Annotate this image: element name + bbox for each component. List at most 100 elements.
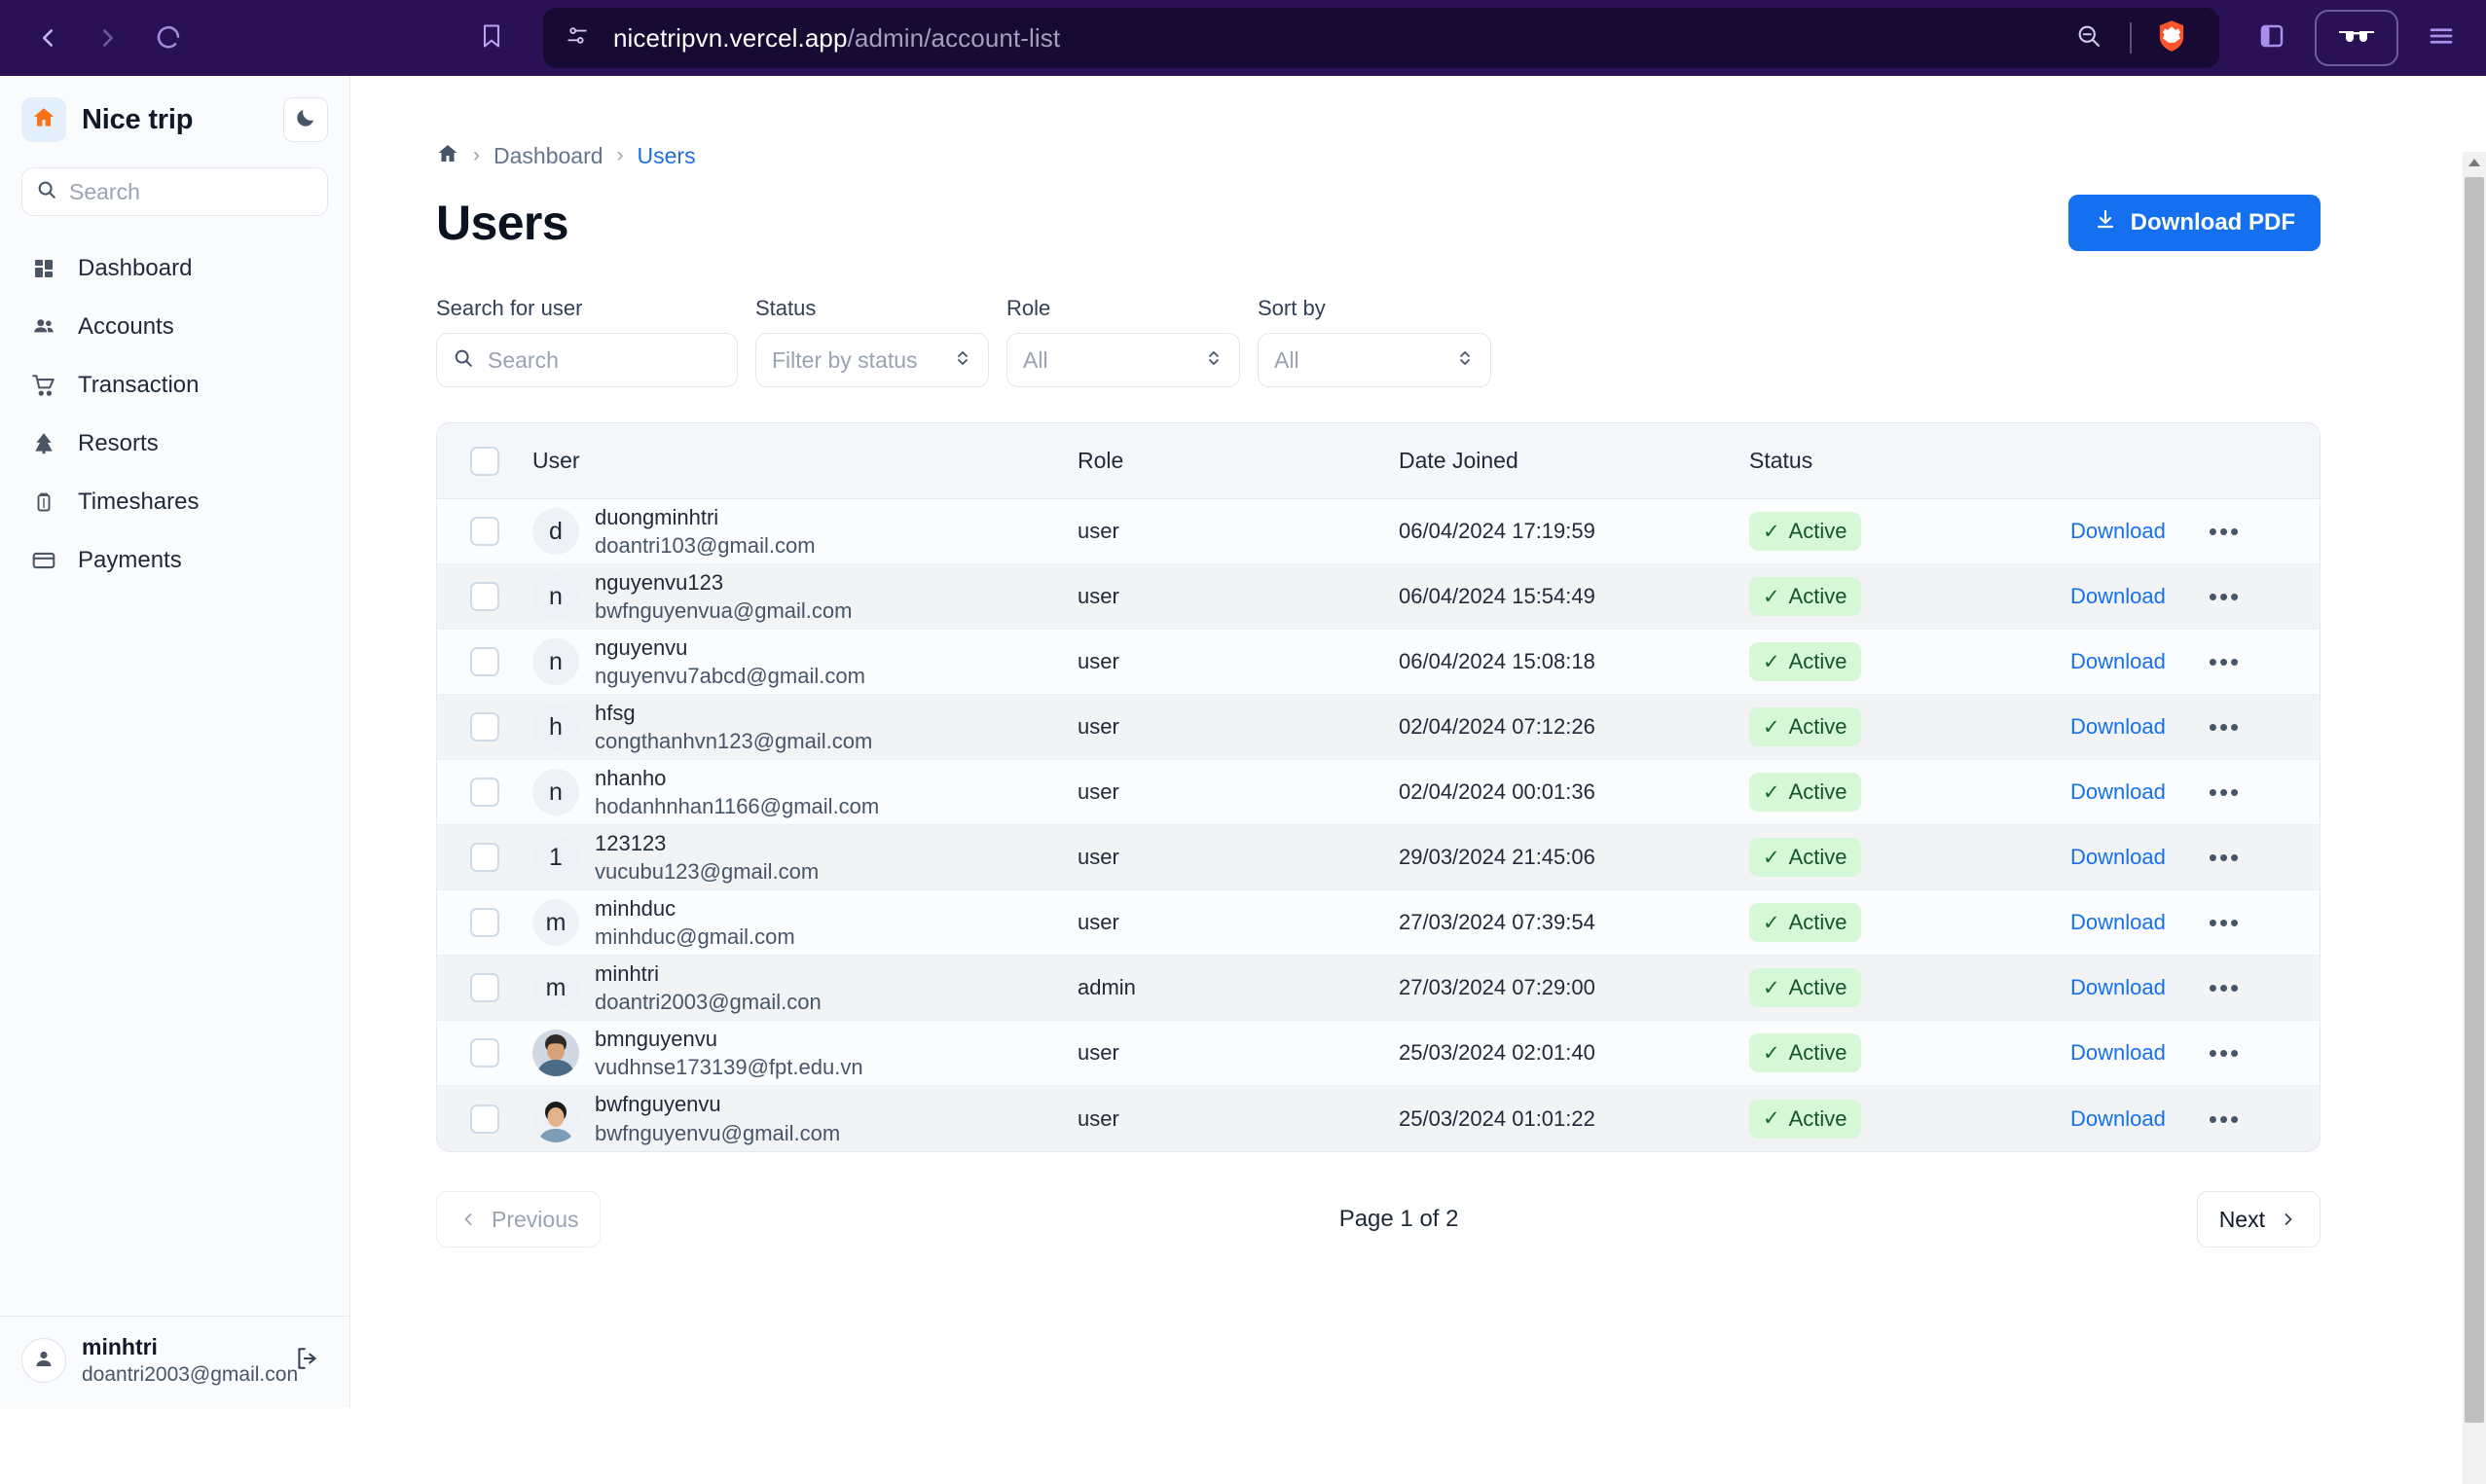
row-select-cell[interactable] bbox=[437, 908, 532, 937]
table-row[interactable]: bwfnguyenvu bwfnguyenvu@gmail.com user 25/0… bbox=[437, 1086, 2320, 1151]
row-select-cell[interactable] bbox=[437, 582, 532, 611]
checkbox-icon[interactable] bbox=[470, 446, 499, 476]
row-select-cell[interactable] bbox=[437, 973, 532, 1002]
more-options-icon[interactable]: ••• bbox=[2209, 975, 2241, 1000]
more-options-icon[interactable]: ••• bbox=[2209, 845, 2241, 870]
row-select-cell[interactable] bbox=[437, 712, 532, 742]
more-options-icon[interactable]: ••• bbox=[2209, 779, 2241, 805]
sidebar-search-input[interactable] bbox=[69, 178, 313, 205]
side-panel-button[interactable] bbox=[2245, 11, 2299, 65]
checkbox-icon[interactable] bbox=[470, 712, 499, 742]
checkbox-icon[interactable] bbox=[470, 517, 499, 546]
sidebar-search[interactable] bbox=[21, 167, 328, 216]
sidebar-item-payments[interactable]: Payments bbox=[16, 531, 334, 590]
row-download-link[interactable]: Download bbox=[2070, 519, 2166, 544]
back-button[interactable] bbox=[18, 8, 78, 68]
table-row[interactable]: n nhanho hodanhnhan1166@gmail.com user 02/04… bbox=[437, 760, 2320, 825]
more-options-icon[interactable]: ••• bbox=[2209, 910, 2241, 935]
row-select-cell[interactable] bbox=[437, 647, 532, 676]
select-all-cell[interactable] bbox=[437, 446, 532, 476]
more-options-icon[interactable]: ••• bbox=[2209, 1106, 2241, 1132]
table-row[interactable]: n nguyenvu123 bwfnguyenvua@gmail.com user 06… bbox=[437, 564, 2320, 630]
table-row[interactable]: d duongminhtri doantri103@gmail.com user 06/… bbox=[437, 499, 2320, 564]
row-download-link[interactable]: Download bbox=[2070, 910, 2166, 935]
user-name: minhtri bbox=[595, 960, 660, 986]
sort-by-select[interactable]: All bbox=[1258, 333, 1491, 387]
column-header-role[interactable]: Role bbox=[1078, 448, 1399, 474]
filter-label: Search for user bbox=[436, 296, 583, 320]
site-settings-icon[interactable] bbox=[565, 23, 590, 54]
more-options-icon[interactable]: ••• bbox=[2209, 584, 2241, 609]
status-select-value: Filter by status bbox=[772, 346, 918, 373]
reload-button[interactable] bbox=[138, 8, 199, 68]
reader-mode-button[interactable] bbox=[2315, 10, 2398, 66]
home-icon[interactable] bbox=[436, 142, 459, 170]
row-download-link[interactable]: Download bbox=[2070, 779, 2166, 805]
column-header-date-joined[interactable]: Date Joined bbox=[1399, 448, 1749, 474]
breadcrumb-item-users[interactable]: Users bbox=[638, 143, 696, 169]
search-input[interactable]: Search bbox=[436, 333, 738, 387]
table-row[interactable]: m minhtri doantri2003@gmail.con admin 27/03/… bbox=[437, 956, 2320, 1021]
download-pdf-button[interactable]: Download PDF bbox=[2067, 195, 2321, 251]
brave-shields-button[interactable] bbox=[2145, 12, 2198, 64]
sidebar-item-timeshares[interactable]: Timeshares bbox=[16, 473, 334, 531]
role-select[interactable]: All bbox=[1006, 333, 1240, 387]
row-select-cell[interactable] bbox=[437, 517, 532, 546]
table-row[interactable]: h hfsg congthanhvn123@gmail.com user 02/04/2… bbox=[437, 695, 2320, 760]
brand-logo[interactable] bbox=[21, 97, 66, 142]
browser-menu-button[interactable] bbox=[2414, 11, 2468, 65]
sidebar: Nice trip Dashboard bbox=[0, 76, 350, 1408]
checkbox-icon[interactable] bbox=[470, 1038, 499, 1068]
table-row[interactable]: n nguyenvu nguyenvu7abcd@gmail.com user 06/0… bbox=[437, 630, 2320, 695]
row-select-cell[interactable] bbox=[437, 1104, 532, 1134]
sidebar-item-transaction[interactable]: Transaction bbox=[16, 356, 334, 415]
sidebar-item-resorts[interactable]: Resorts bbox=[16, 415, 334, 473]
bookmark-button[interactable] bbox=[461, 8, 522, 68]
theme-toggle-button[interactable] bbox=[283, 97, 328, 142]
row-download-link[interactable]: Download bbox=[2070, 1040, 2166, 1066]
table-row[interactable]: 1 123123 vucubu123@gmail.com user 29/03/2024… bbox=[437, 825, 2320, 890]
role-cell: admin bbox=[1078, 975, 1136, 999]
row-download-link[interactable]: Download bbox=[2070, 845, 2166, 870]
table-row[interactable]: bmnguyenvu vudhnse173139@fpt.edu.vn user 25… bbox=[437, 1021, 2320, 1086]
checkbox-icon[interactable] bbox=[470, 647, 499, 676]
row-download-link[interactable]: Download bbox=[2070, 649, 2166, 674]
more-options-icon[interactable]: ••• bbox=[2209, 519, 2241, 544]
checkbox-icon[interactable] bbox=[470, 843, 499, 872]
previous-page-button[interactable]: Previous bbox=[436, 1191, 602, 1248]
more-options-icon[interactable]: ••• bbox=[2209, 649, 2241, 674]
forward-button[interactable] bbox=[78, 8, 138, 68]
row-download-link[interactable]: Download bbox=[2070, 975, 2166, 1000]
scroll-up-button[interactable] bbox=[2463, 152, 2486, 175]
breadcrumb-item-dashboard[interactable]: Dashboard bbox=[494, 143, 603, 169]
sidebar-item-accounts[interactable]: Accounts bbox=[16, 298, 334, 356]
status-select[interactable]: Filter by status bbox=[755, 333, 989, 387]
column-header-user[interactable]: User bbox=[532, 448, 1078, 474]
next-page-button[interactable]: Next bbox=[2196, 1191, 2321, 1248]
column-header-status[interactable]: Status bbox=[1749, 448, 2070, 474]
logout-button[interactable] bbox=[285, 1339, 328, 1382]
checkbox-icon[interactable] bbox=[470, 778, 499, 807]
sidebar-item-dashboard[interactable]: Dashboard bbox=[16, 239, 334, 298]
page-scrollbar[interactable] bbox=[2463, 152, 2486, 1484]
row-download-link[interactable]: Download bbox=[2070, 584, 2166, 609]
scrollbar-thumb[interactable] bbox=[2465, 177, 2484, 1423]
avatar: n bbox=[532, 769, 579, 815]
row-select-cell[interactable] bbox=[437, 1038, 532, 1068]
checkbox-icon[interactable] bbox=[470, 908, 499, 937]
row-select-cell[interactable] bbox=[437, 778, 532, 807]
more-options-icon[interactable]: ••• bbox=[2209, 714, 2241, 740]
row-download-link[interactable]: Download bbox=[2070, 1106, 2166, 1132]
checkbox-icon[interactable] bbox=[470, 973, 499, 1002]
table-row[interactable]: m minhduc minhduc@gmail.com user 27/03/2024 … bbox=[437, 890, 2320, 956]
status-badge: ✓ Active bbox=[1749, 512, 1861, 551]
role-select-value: All bbox=[1023, 346, 1048, 373]
address-bar[interactable]: nicetripvn.vercel.app/admin/account-list bbox=[543, 8, 2219, 68]
checkbox-icon[interactable] bbox=[470, 1104, 499, 1134]
checkbox-icon[interactable] bbox=[470, 582, 499, 611]
row-download-link[interactable]: Download bbox=[2070, 714, 2166, 740]
more-options-icon[interactable]: ••• bbox=[2209, 1040, 2241, 1066]
zoom-out-button[interactable] bbox=[2062, 11, 2116, 65]
logout-icon bbox=[294, 1346, 319, 1376]
row-select-cell[interactable] bbox=[437, 843, 532, 872]
